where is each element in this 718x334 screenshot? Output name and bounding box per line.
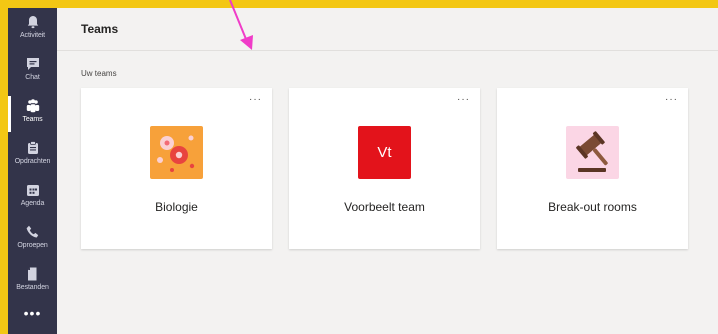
calendar-icon	[26, 185, 39, 196]
assignments-icon	[27, 141, 38, 154]
bell-icon	[27, 16, 38, 29]
rail-item-chat[interactable]: Chat	[8, 52, 57, 92]
rail-item-opdrachten[interactable]: Opdrachten	[8, 136, 57, 176]
team-name: Voorbeelt team	[344, 200, 425, 214]
team-name: Break-out rooms	[548, 200, 637, 214]
more-options-button[interactable]: ···	[457, 95, 470, 105]
phone-icon	[26, 225, 38, 238]
rail-item-activiteit[interactable]: Activiteit	[8, 10, 57, 50]
rail-item-teams[interactable]: Teams	[8, 94, 57, 134]
teams-icon	[26, 99, 39, 113]
page-title: Teams	[81, 22, 119, 36]
gavel-icon	[576, 131, 608, 172]
rail-item-agenda[interactable]: Agenda	[8, 178, 57, 218]
team-name: Biologie	[155, 200, 198, 214]
rail-item-oproepen[interactable]: Oproepen	[8, 220, 57, 260]
rail-item-label: Oproepen	[17, 242, 48, 249]
rail-item-label: Agenda	[20, 200, 45, 207]
rail-item-label: Opdrachten	[14, 158, 51, 165]
team-card-break-out-rooms[interactable]: ··· Break-out rooms	[497, 88, 688, 249]
team-card-biologie[interactable]: ··· Biologie	[81, 88, 272, 249]
app-rail: Activiteit Chat Teams Opdrachten Agenda …	[8, 8, 57, 334]
section-label: Uw teams	[81, 69, 117, 78]
rail-item-label: Activiteit	[19, 32, 46, 39]
team-avatar	[150, 126, 203, 179]
rail-item-label: Chat	[25, 74, 40, 81]
more-options-button[interactable]: ···	[249, 95, 262, 105]
rail-item-label: Bestanden	[16, 284, 49, 291]
more-apps-button[interactable]: •••	[8, 306, 57, 326]
chat-icon	[26, 58, 39, 70]
team-avatar: Vt	[358, 126, 411, 179]
team-card-voorbeelt-team[interactable]: ··· Vt Voorbeelt team	[289, 88, 480, 249]
rail-item-bestanden[interactable]: Bestanden	[8, 262, 57, 302]
rail-item-label: Teams	[22, 116, 43, 123]
team-avatar	[566, 126, 619, 179]
more-options-button[interactable]: ···	[665, 95, 678, 105]
app-window: Activiteit Chat Teams Opdrachten Agenda …	[8, 8, 718, 334]
annotation-arrow-icon	[229, 0, 253, 50]
file-icon	[27, 267, 36, 281]
page-header: Teams	[57, 8, 718, 51]
flower-icon	[157, 135, 195, 172]
team-initials: Vt	[377, 144, 392, 161]
